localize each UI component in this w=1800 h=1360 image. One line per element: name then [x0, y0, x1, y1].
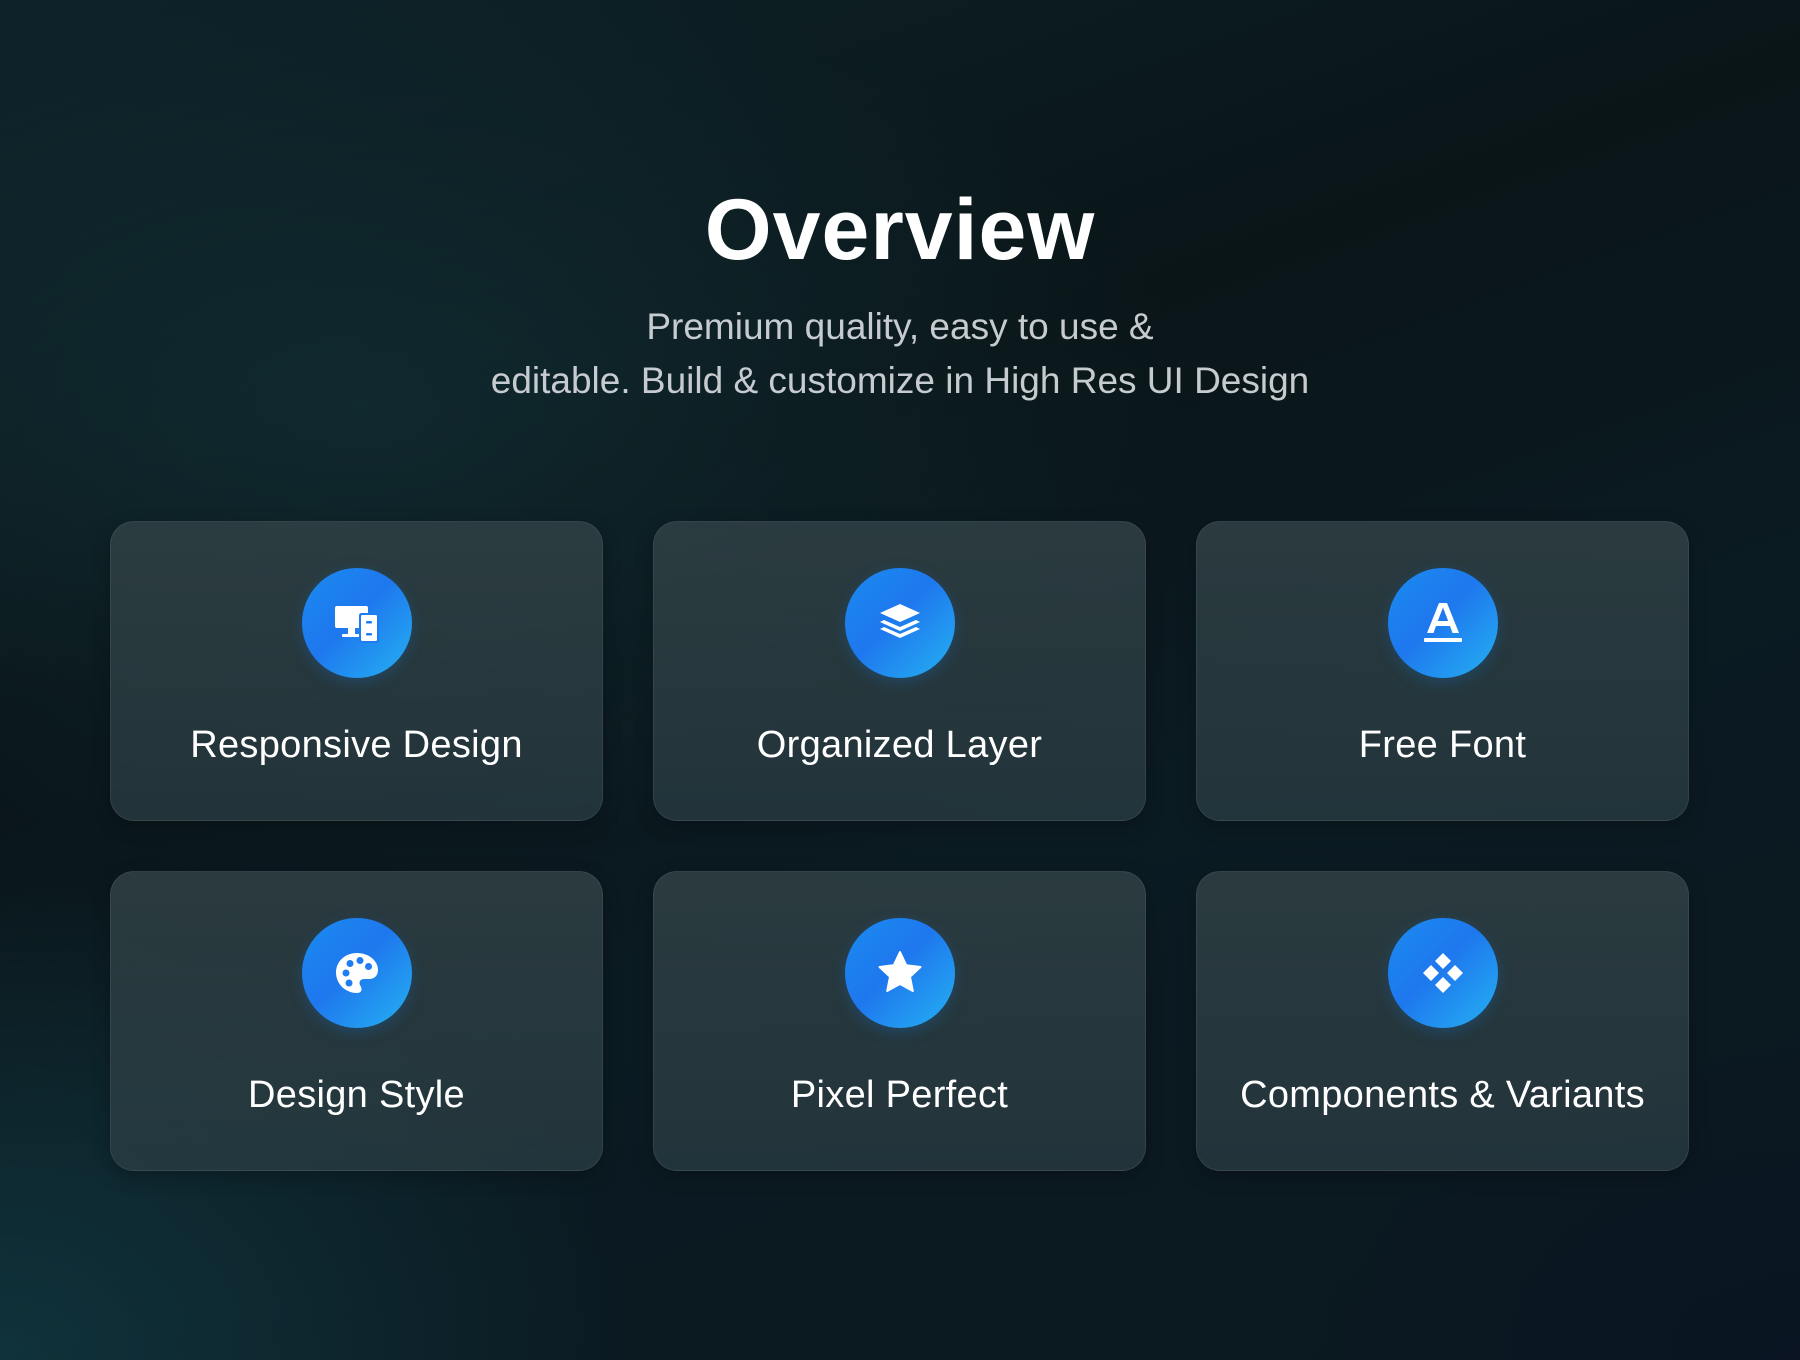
feature-label: Components & Variants	[1240, 1074, 1645, 1116]
features-grid: Responsive Design Organized Layer Free F…	[110, 521, 1690, 1171]
feature-card-free-font[interactable]: Free Font	[1196, 521, 1689, 821]
layers-icon	[845, 568, 955, 678]
feature-label: Pixel Perfect	[790, 1074, 1009, 1116]
subtitle-line-1: Premium quality, easy to use &	[646, 306, 1154, 347]
page-title: Overview	[704, 182, 1096, 278]
feature-card-responsive-design[interactable]: Responsive Design	[110, 521, 603, 821]
font-icon	[1388, 568, 1498, 678]
page-subtitle: Premium quality, easy to use & editable.…	[0, 300, 1800, 408]
feature-card-pixel-perfect[interactable]: Pixel Perfect	[653, 871, 1146, 1171]
palette-icon	[302, 918, 412, 1028]
feature-card-components-variants[interactable]: Components & Variants	[1196, 871, 1689, 1171]
feature-label: Organized Layer	[756, 724, 1043, 766]
feature-card-organized-layer[interactable]: Organized Layer	[653, 521, 1146, 821]
feature-label: Free Font	[1358, 724, 1527, 766]
feature-card-design-style[interactable]: Design Style	[110, 871, 603, 1171]
feature-label: Responsive Design	[190, 724, 523, 766]
feature-label: Design Style	[248, 1074, 465, 1116]
devices-icon	[302, 568, 412, 678]
star-icon	[845, 918, 955, 1028]
subtitle-line-2: editable. Build & customize in High Res …	[490, 360, 1310, 401]
component-icon	[1388, 918, 1498, 1028]
overview-page: Overview Premium quality, easy to use & …	[0, 0, 1800, 1360]
